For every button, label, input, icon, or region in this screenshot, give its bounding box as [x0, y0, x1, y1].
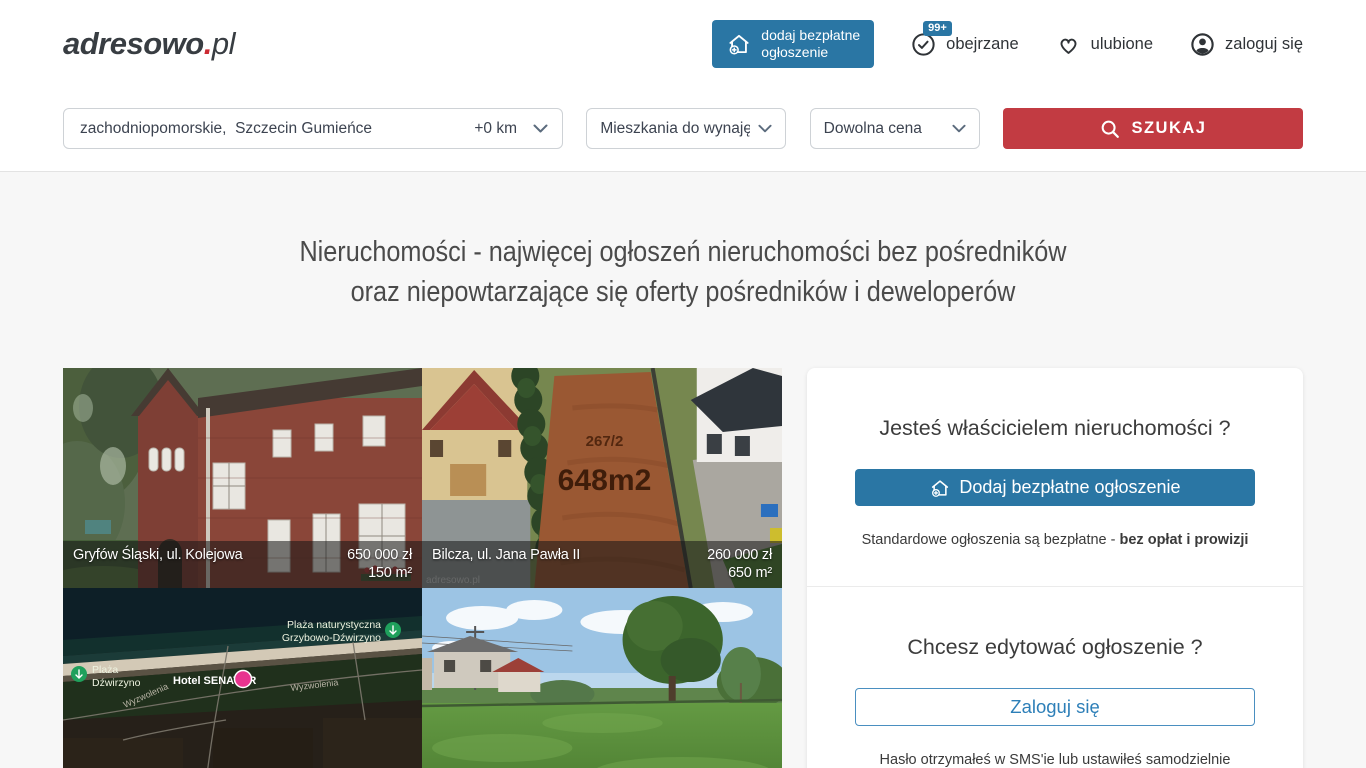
owner-note: Standardowe ogłoszenia są bezpłatne - be… [855, 532, 1255, 548]
page-title: Nieruchomości - najwięcej ogłoszeń nieru… [144, 172, 1223, 312]
chevron-down-icon [952, 124, 966, 133]
listing-price: 260 000 zł [707, 547, 772, 563]
site-logo[interactable]: adresowo.pl [63, 26, 235, 62]
search-bar: +0 km Mieszkania do wynajęc [0, 88, 1366, 172]
listing-price: 650 000 zł [347, 547, 412, 563]
listing-photo-meadow [422, 588, 782, 768]
user-icon [1189, 31, 1216, 58]
logo-tld: pl [212, 26, 235, 61]
sidebar-login-button[interactable]: Zaloguj się [855, 688, 1255, 726]
radius-selector[interactable]: +0 km [474, 120, 517, 138]
house-plus-icon [929, 477, 951, 499]
category-selected-value: Mieszkania do wynajęc [600, 120, 750, 138]
listing-card[interactable]: Wyzwolenia Wyzwolenia Plaża naturystyczn… [63, 588, 422, 768]
nav-item-login[interactable]: zaloguj się [1189, 31, 1303, 58]
chevron-down-icon [758, 124, 772, 133]
category-select[interactable]: Mieszkania do wynajęc [586, 108, 786, 149]
map-poi-label: Plaża [92, 664, 118, 676]
listing-area: 150 m² [73, 565, 412, 581]
owner-panel: Jesteś właścicielem nieruchomości ? [807, 368, 1303, 768]
page: adresowo.pl dodaj bezpłatne ogłoszenie [0, 0, 1366, 768]
plot-area-label: 648m2 [558, 464, 652, 497]
logo-dot: . [204, 26, 212, 61]
map-poi-label: Grzybowo-Dźwirzyno [282, 632, 381, 644]
add-listing-button[interactable]: dodaj bezpłatne ogłoszenie [712, 20, 874, 68]
edit-note: Hasło otrzymałeś w SMS'ie lub ustawiłeś … [855, 752, 1255, 768]
login-label: zaloguj się [1225, 35, 1303, 54]
nav-item-favorites[interactable]: ulubione [1055, 31, 1153, 58]
add-listing-label-line1: dodaj bezpłatne [761, 27, 860, 44]
owner-title: Jesteś właścicielem nieruchomości ? [855, 416, 1255, 441]
nav-item-viewed[interactable]: 99+ obejrzane [910, 31, 1018, 58]
logo-name: adresowo [63, 26, 204, 61]
search-button-label: SZUKAJ [1131, 119, 1206, 138]
price-select[interactable]: Dowolna cena [810, 108, 980, 149]
favorites-label: ulubione [1091, 35, 1153, 54]
sidebar-add-listing-button[interactable]: Dodaj bezpłatne ogłoszenie [855, 469, 1255, 506]
map-poi-label: Dźwirzyno [92, 677, 141, 689]
listing-card[interactable]: 267/2 648m2 adresowo.pl Bilcza, ul. Jana… [422, 368, 782, 588]
sidebar-add-listing-label: Dodaj bezpłatne ogłoszenie [959, 477, 1180, 498]
listing-photo-satellite-map: Wyzwolenia Wyzwolenia Plaża naturystyczn… [63, 588, 422, 768]
main-content: Nieruchomości - najwięcej ogłoszeń nieru… [0, 172, 1366, 768]
listing-card[interactable]: Grojec, ul. Regionna 891 000 zł [422, 588, 782, 768]
map-poi-label: Plaża naturystyczna [287, 619, 381, 631]
price-selected-value: Dowolna cena [824, 120, 922, 138]
location-input[interactable] [78, 119, 466, 139]
owner-note-text: Standardowe ogłoszenia są bezpłatne - [862, 532, 1120, 548]
top-nav: dodaj bezpłatne ogłoszenie 99+ obejrzane [712, 20, 1303, 68]
owner-note-bold: bez opłat i prowizji [1120, 532, 1249, 548]
search-icon [1099, 118, 1121, 140]
edit-title: Chcesz edytować ogłoszenie ? [855, 635, 1255, 660]
heart-icon [1055, 31, 1082, 58]
listings-grid: Gryfów Śląski, ul. Kolejowa 650 000 zł 1… [63, 368, 782, 768]
viewed-label: obejrzane [946, 35, 1018, 54]
page-title-line2: oraz niepowtarzające się oferty pośredni… [351, 276, 1016, 308]
plot-number-label: 267/2 [586, 433, 624, 450]
viewed-count-badge: 99+ [923, 21, 952, 36]
listing-area: 650 m² [432, 565, 772, 581]
location-field[interactable]: +0 km [63, 108, 563, 149]
listing-card[interactable]: Gryfów Śląski, ul. Kolejowa 650 000 zł 1… [63, 368, 422, 588]
house-plus-icon [726, 31, 752, 57]
listing-location: Gryfów Śląski, ul. Kolejowa [73, 547, 242, 563]
owner-section: Jesteś właścicielem nieruchomości ? [807, 368, 1303, 586]
search-button[interactable]: SZUKAJ [1003, 108, 1303, 149]
listing-caption: Gryfów Śląski, ul. Kolejowa 650 000 zł 1… [63, 541, 422, 588]
edit-section: Chcesz edytować ogłoszenie ? Zaloguj się… [807, 586, 1303, 768]
top-bar: adresowo.pl dodaj bezpłatne ogłoszenie [63, 0, 1303, 88]
listing-caption: Bilcza, ul. Jana Pawła II 260 000 zł 650… [422, 541, 782, 588]
listing-location: Bilcza, ul. Jana Pawła II [432, 547, 580, 563]
page-title-line1: Nieruchomości - najwięcej ogłoszeń nieru… [299, 236, 1066, 268]
add-listing-label-line2: ogłoszenie [761, 44, 860, 61]
chevron-down-icon[interactable] [533, 124, 548, 133]
